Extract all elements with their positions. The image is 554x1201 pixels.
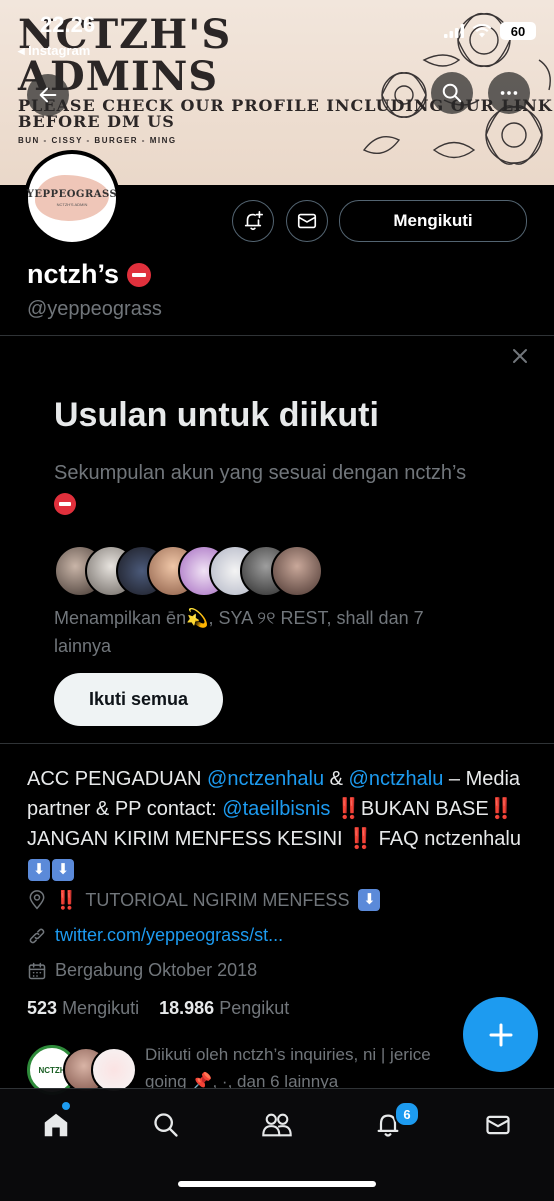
followed-by-avatar	[91, 1047, 137, 1093]
suggested-avatar	[271, 545, 323, 597]
home-unread-dot	[62, 1102, 70, 1110]
avatar-badge-text: NCTZH	[38, 1065, 66, 1075]
location-text: TUTORIOAL NGIRIM MENFESS	[85, 889, 350, 910]
message-button[interactable]	[286, 200, 328, 242]
divider	[0, 743, 554, 744]
profile-name-text: nctzh’s	[27, 259, 120, 289]
divider	[0, 335, 554, 336]
notifications-badge: 6	[394, 1101, 420, 1127]
down-arrow-icon: ⬇	[52, 858, 74, 881]
battery-indicator: 60	[500, 22, 536, 40]
suggestions-title: Usulan untuk diikuti	[54, 396, 379, 434]
mention-link[interactable]: @taeilbisnis	[222, 798, 330, 820]
followed-by-text[interactable]: Diikuti oleh nctzh’s inquiries, ni | jer…	[145, 1041, 475, 1095]
envelope-icon	[486, 1115, 510, 1135]
suggestions-accounts-list: Menampilkan ēn💫, SYA ୨୧ REST, shall dan …	[54, 608, 424, 656]
mention-link[interactable]: @nctzenhalu	[207, 768, 324, 790]
double-exclamation-icon: ‼️	[335, 798, 361, 820]
no-entry-icon	[54, 492, 76, 515]
followed-by-avatars[interactable]: NCTZH	[27, 1045, 137, 1095]
bio-text: &	[324, 768, 349, 790]
double-exclamation-icon: ‼️	[55, 889, 78, 910]
avatar-logo-text: YEPPEOGRASS	[26, 189, 118, 200]
joined-text: Bergabung Oktober 2018	[55, 960, 258, 980]
followers-label: Pengikut	[219, 998, 290, 1018]
banner-admins-list: BUN - CISSY - BURGER - MING	[18, 136, 177, 145]
calendar-icon	[28, 962, 46, 979]
profile-name: nctzh’s	[27, 259, 152, 290]
wifi-icon	[472, 24, 492, 38]
profile-avatar[interactable]: YEPPEOGRASS NCTZH'S ADMIN	[24, 150, 120, 246]
location-pin-icon	[29, 890, 45, 910]
bio-text: FAQ nctzenhalu	[373, 828, 521, 850]
down-arrow-icon: ⬇	[358, 889, 381, 911]
profile-website[interactable]: twitter.com/yeppeograss/st...	[27, 925, 283, 946]
banner-subtitle-line2: BEFORE DM US	[18, 112, 175, 131]
envelope-icon	[297, 213, 317, 229]
home-icon	[44, 1113, 68, 1137]
following-count-link[interactable]: 523 Mengikuti	[27, 998, 139, 1018]
people-icon	[262, 1113, 292, 1137]
tab-messages[interactable]	[480, 1107, 516, 1143]
avatar-image: YEPPEOGRASS NCTZH'S ADMIN	[27, 154, 117, 242]
tab-communities[interactable]	[259, 1107, 295, 1143]
profile-bio: ACC PENGADUAN @nctzenhalu & @nctzhalu – …	[27, 764, 532, 884]
avatar-logo: YEPPEOGRASS NCTZH'S ADMIN	[27, 175, 117, 221]
more-dots-icon	[500, 91, 518, 95]
dismiss-suggestions-button[interactable]	[508, 344, 532, 368]
following-count: 523	[27, 998, 58, 1018]
website-link[interactable]: twitter.com/yeppeograss/st...	[55, 925, 283, 946]
followers-count-link[interactable]: 18.986 Pengikut	[159, 998, 289, 1018]
suggestions-description-text: Sekumpulan akun yang sesuai dengan nctzh…	[54, 462, 467, 484]
back-button[interactable]	[27, 74, 69, 116]
tab-search[interactable]	[148, 1107, 184, 1143]
avatar-logo-subtext: NCTZH'S ADMIN	[56, 202, 88, 207]
notify-button[interactable]	[232, 200, 274, 242]
follow-all-button[interactable]: Ikuti semua	[54, 673, 223, 726]
status-icons: 60	[444, 22, 536, 40]
link-icon	[29, 928, 45, 943]
down-arrow-icon: ⬇	[28, 858, 50, 881]
bio-text: ACC PENGADUAN	[27, 768, 208, 790]
home-indicator	[178, 1181, 376, 1187]
profile-location: ‼️ TUTORIOAL NGIRIM MENFESS ⬇	[27, 889, 381, 911]
following-button[interactable]: Mengikuti	[339, 200, 527, 242]
plus-icon	[489, 1023, 512, 1046]
follow-counts: 523 Mengikuti 18.986 Pengikut	[27, 998, 289, 1019]
bell-plus-icon	[244, 211, 263, 231]
tab-home[interactable]	[38, 1107, 74, 1143]
double-exclamation-icon: ‼️	[488, 798, 514, 820]
bio-text: BUKAN BASE	[360, 798, 489, 820]
suggestions-description: Sekumpulan akun yang sesuai dengan nctzh…	[54, 458, 514, 518]
profile-joined-date: Bergabung Oktober 2018	[27, 960, 257, 981]
search-icon	[154, 1113, 178, 1137]
bio-text: JANGAN KIRIM MENFESS KESINI	[27, 828, 349, 850]
search-icon	[442, 83, 462, 103]
suggested-avatars[interactable]	[54, 545, 354, 597]
double-exclamation-icon: ‼️	[348, 828, 374, 850]
mention-link[interactable]: @nctzhalu	[349, 768, 444, 790]
back-to-app-link[interactable]: ◂ Instagram	[18, 43, 90, 59]
arrow-left-icon	[39, 87, 57, 103]
no-entry-icon	[127, 262, 152, 287]
search-button[interactable]	[431, 72, 473, 114]
followers-count: 18.986	[159, 998, 215, 1018]
status-time: 22.26	[40, 12, 96, 37]
profile-handle: @yeppeograss	[27, 298, 162, 320]
cellular-signal-icon	[444, 24, 464, 38]
more-options-button[interactable]	[488, 72, 530, 114]
following-label: Mengikuti	[62, 998, 140, 1018]
close-icon	[513, 349, 527, 363]
